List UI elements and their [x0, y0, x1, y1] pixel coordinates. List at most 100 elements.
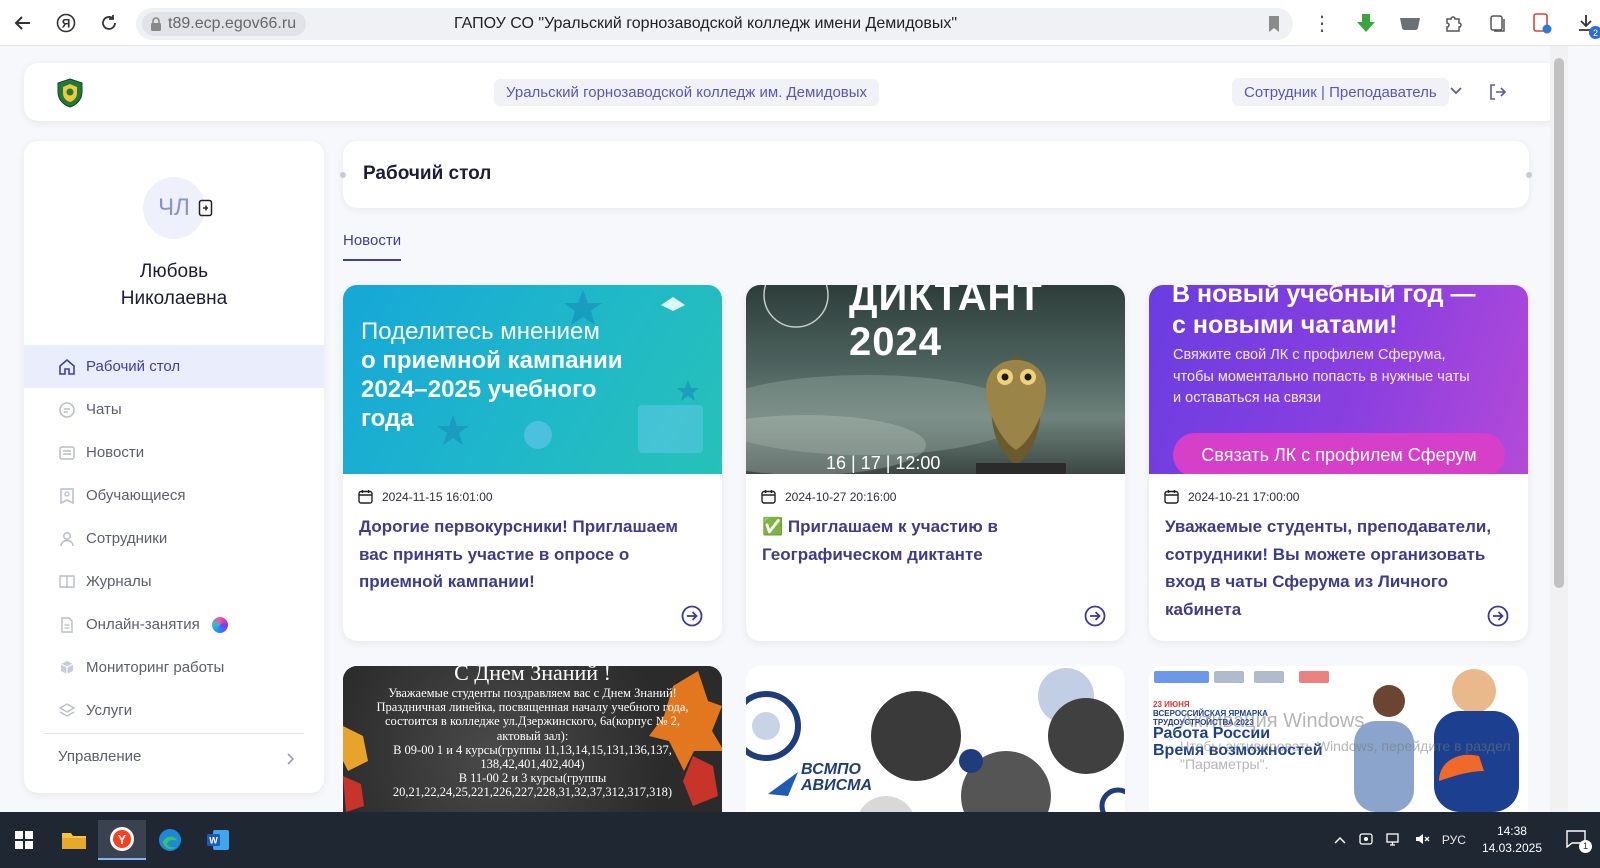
sidebar-item-students[interactable]: Обучающиеся — [24, 474, 324, 517]
image-text: 138,42,401,402,404) — [480, 757, 585, 772]
yandex-icon: Я — [56, 13, 76, 33]
downloads-badge: 2 — [1589, 26, 1600, 39]
sferum-icon — [211, 616, 228, 633]
image-text: о приемной кампании — [361, 347, 623, 374]
news-date-text: 2024-10-27 20:16:00 — [785, 489, 897, 504]
tab-news[interactable]: Новости — [343, 232, 402, 261]
sidebar-item-staff[interactable]: Сотрудники — [24, 517, 324, 560]
news-date-text: 2024-10-21 17:00:00 — [1188, 489, 1300, 504]
folder-icon — [62, 833, 86, 849]
svg-text:Y: Y — [118, 832, 127, 847]
image-text: В новый учебный год — — [1172, 285, 1476, 308]
url-pill[interactable]: t89.ecp.egov66.ru — [142, 12, 307, 36]
avatar[interactable]: ЧЛ — [143, 177, 205, 239]
download-arrow-icon — [1357, 14, 1375, 32]
news-image-caption: ВСМПО АВИСМА — [801, 762, 872, 794]
extensions-button[interactable] — [1432, 0, 1476, 46]
svg-text:Я: Я — [62, 17, 71, 31]
sidebar-item-desktop[interactable]: Рабочий стол — [24, 345, 324, 388]
college-name-chip[interactable]: Уральский горнозаводской колледж им. Дем… — [494, 79, 880, 106]
ext-button[interactable] — [1388, 0, 1432, 46]
clock[interactable]: 14:38 14.03.2025 — [1482, 823, 1542, 857]
lock-icon — [151, 17, 161, 31]
address-bar[interactable]: t89.ecp.egov66.ru ГАПОУ СО "Уральский го… — [136, 8, 1293, 40]
meet-now-icon[interactable] — [1358, 831, 1374, 850]
start-button[interactable] — [0, 820, 48, 860]
notifications-button[interactable]: 1 — [1566, 829, 1592, 853]
chevron-down-icon[interactable] — [1450, 83, 1462, 98]
news-image-caption: В новый учебный год — с новыми чатами! — [1172, 285, 1475, 341]
system-tray: РУС 14:38 14.03.2025 1 — [1328, 812, 1600, 868]
college-logo[interactable] — [56, 78, 84, 108]
reload-button[interactable] — [89, 3, 129, 43]
sidebar-item-news[interactable]: Новости — [24, 431, 324, 474]
taskbar-word[interactable]: W — [194, 820, 242, 860]
image-text: Уважаемые студенты поздравляем вас с Дне… — [388, 686, 677, 700]
sidebar-item-label: Рабочий стол — [86, 358, 181, 375]
sidebar-item-label: Услуги — [86, 702, 133, 719]
news-card[interactable]: ВСМПО АВИСМА — [746, 666, 1125, 812]
bookmark-icon[interactable] — [1267, 15, 1281, 33]
sidebar-item-label: Журналы — [86, 573, 152, 590]
chevron-up-icon[interactable] — [1334, 833, 1346, 847]
collections-button[interactable] — [1476, 0, 1520, 46]
news-card[interactable]: ДИКТАНТ 2024 16 | 17 | 12:00 2024-10-27 … — [746, 285, 1125, 641]
chevron-right-icon[interactable] — [286, 752, 295, 768]
scrollbar-thumb[interactable] — [1554, 58, 1564, 588]
windows-logo-icon — [15, 831, 33, 849]
sidebar-item-chats[interactable]: Чаты — [24, 388, 324, 431]
sidebar-item-label: Новости — [86, 444, 145, 461]
yandex-button[interactable]: Я — [46, 3, 86, 43]
network-icon[interactable] — [1386, 831, 1402, 850]
user-name: Любовь Николаевна — [24, 258, 324, 312]
language-indicator[interactable]: РУС — [1442, 833, 1466, 847]
news-card[interactable]: В новый учебный год — с новыми чатами! С… — [1149, 285, 1528, 641]
news-card[interactable]: С Днем Знаний ! Уважаемые студенты поздр… — [343, 666, 722, 812]
chat-icon — [58, 401, 76, 419]
tabs: Новости — [343, 232, 402, 262]
students-icon — [58, 487, 76, 505]
reload-icon — [102, 15, 116, 30]
arrow-right-circle-icon[interactable] — [1487, 605, 1509, 627]
news-title[interactable]: Уважаемые студенты, преподаватели, сотру… — [1165, 513, 1517, 623]
sidebar-item-online-classes[interactable]: Онлайн-занятия — [24, 603, 324, 646]
volume-muted-icon[interactable] — [1414, 831, 1430, 850]
news-card[interactable]: Поделитесь мнением о приемной кампании 2… — [343, 285, 722, 641]
document-icon — [58, 616, 76, 634]
sidebar-item-monitoring[interactable]: Мониторинг работы — [24, 646, 324, 689]
image-text: 23 ИЮНЯ — [1153, 700, 1190, 709]
role-selector[interactable]: Сотрудник | Преподаватель — [1232, 78, 1449, 106]
edit-profile-icon[interactable] — [198, 199, 214, 217]
image-text: ДИКТАНТ 2024 — [849, 285, 1043, 364]
download-ext-button[interactable] — [1344, 0, 1388, 46]
taskbar-yandex-browser[interactable]: Y — [98, 820, 146, 860]
news-date: 2024-11-15 16:01:00 — [358, 489, 493, 504]
menu-button[interactable]: ⋮ — [1300, 0, 1344, 46]
sidebar-item-manage[interactable]: Управление — [58, 748, 141, 765]
news-image-caption: Поделитесь мнением о приемной кампании 2… — [361, 317, 623, 433]
image-subtext: Уважаемые студенты поздравляем вас с Дне… — [343, 686, 722, 800]
more-vertical-icon: ⋮ — [1312, 12, 1332, 35]
back-button[interactable] — [3, 3, 43, 43]
news-title[interactable]: ✅ Приглашаем к участию в Географическом … — [762, 513, 1114, 568]
arrow-right-circle-icon[interactable] — [1084, 605, 1106, 627]
taskbar-explorer[interactable] — [50, 820, 98, 860]
sidebar-item-journals[interactable]: Журналы — [24, 560, 324, 603]
image-text: актовый зал): — [496, 728, 569, 743]
cube-icon — [58, 659, 76, 677]
arrow-right-circle-icon[interactable] — [681, 605, 703, 627]
logout-icon[interactable] — [1487, 82, 1507, 102]
news-image: ДИКТАНТ 2024 16 | 17 | 12:00 — [746, 285, 1125, 474]
sidebar-item-services[interactable]: Услуги — [24, 689, 324, 732]
taskbar-edge[interactable] — [146, 820, 194, 860]
page-scrollbar[interactable] — [1550, 46, 1568, 812]
sidebar: ЧЛ Любовь Николаевна Рабочий стол Чаты Н… — [24, 141, 324, 793]
news-title[interactable]: Дорогие первокурсники! Приглашаем вас пр… — [359, 513, 711, 596]
image-text: В 09-00 1 и 4 курсы(группы 11,13,14,15,1… — [393, 742, 672, 757]
pdf-ext-button[interactable] — [1520, 0, 1564, 46]
pdf-icon — [1533, 13, 1552, 34]
news-image-caption: С Днем Знаний ! Уважаемые студенты поздр… — [343, 666, 722, 800]
news-image: В новый учебный год — с новыми чатами! С… — [1149, 285, 1528, 474]
downloads-button[interactable]: 2 — [1564, 0, 1600, 46]
calendar-icon — [1164, 490, 1179, 504]
